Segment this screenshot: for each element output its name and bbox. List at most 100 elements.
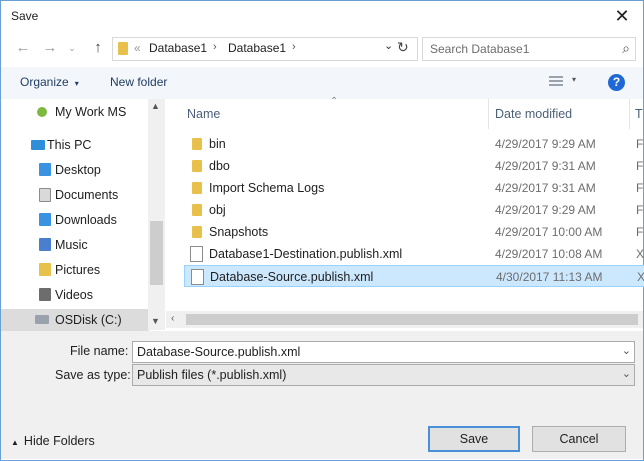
file-type: F xyxy=(636,159,644,173)
column-header-name[interactable]: Name xyxy=(187,107,220,121)
nav-item-label: OSDisk (C:) xyxy=(55,313,122,327)
nav-item-label: Pictures xyxy=(55,263,101,277)
onedrive-icon xyxy=(37,107,47,117)
file-row[interactable]: obj 4/29/2017 9:29 AM F xyxy=(184,199,643,221)
nav-item-music[interactable]: Music xyxy=(1,234,149,256)
music-folder-icon xyxy=(39,238,51,251)
file-date: 4/29/2017 9:29 AM xyxy=(495,203,596,217)
column-header-row: ⌃ Name Date modified T xyxy=(166,96,643,129)
nav-item-pictures[interactable]: Pictures xyxy=(1,259,149,281)
document-icon xyxy=(190,246,203,262)
pictures-folder-icon xyxy=(39,263,51,276)
file-name: Database1-Destination.publish.xml xyxy=(209,247,403,261)
save-as-type-value: Publish files (*.publish.xml) xyxy=(137,368,287,382)
nav-item-desktop[interactable]: Desktop xyxy=(1,159,149,181)
nav-item-videos[interactable]: Videos xyxy=(1,284,149,306)
file-row[interactable]: Database1-Destination.publish.xml 4/29/2… xyxy=(184,243,644,265)
file-name-value: Database-Source.publish.xml xyxy=(137,345,301,359)
file-date: 4/29/2017 10:00 AM xyxy=(495,225,603,239)
nav-scrollbar-thumb[interactable] xyxy=(150,221,163,285)
recent-locations-chevron-icon[interactable]: ⌄ xyxy=(63,39,81,57)
scroll-up-arrow-icon[interactable]: ▲ xyxy=(151,101,160,111)
caret-up-icon: ▲ xyxy=(11,438,19,447)
save-button[interactable]: Save xyxy=(428,426,520,452)
refresh-icon[interactable]: ↻ xyxy=(397,40,411,54)
view-dropdown-caret-icon[interactable]: ▾ xyxy=(572,75,576,84)
file-row[interactable]: bin 4/29/2017 9:29 AM F xyxy=(184,133,643,155)
videos-folder-icon xyxy=(39,288,51,301)
file-name-field[interactable]: Database-Source.publish.xml ⌄ xyxy=(132,341,635,363)
breadcrumb-overflow[interactable]: « xyxy=(134,41,141,55)
desktop-folder-icon xyxy=(39,163,51,176)
up-arrow-icon[interactable]: ↑ xyxy=(89,39,107,57)
folder-icon xyxy=(192,138,202,150)
nav-item-my-work-ms[interactable]: My Work MS xyxy=(1,101,149,123)
cancel-button[interactable]: Cancel xyxy=(532,426,626,452)
chevron-right-icon[interactable]: › xyxy=(292,41,296,53)
folder-icon xyxy=(192,160,202,172)
file-row-selected[interactable]: Database-Source.publish.xml 4/30/2017 11… xyxy=(184,265,644,287)
nav-item-label: Desktop xyxy=(55,163,101,177)
folder-icon xyxy=(192,226,202,238)
nav-item-osdisk[interactable]: OSDisk (C:) xyxy=(1,309,149,331)
nav-item-documents[interactable]: Documents xyxy=(1,184,149,206)
scroll-down-arrow-icon[interactable]: ▼ xyxy=(151,316,160,326)
nav-item-label: Documents xyxy=(55,188,119,202)
hide-folders-button[interactable]: ▲ Hide Folders xyxy=(11,434,95,448)
search-input[interactable]: Search Database1 ⌕ xyxy=(422,37,636,61)
column-divider[interactable] xyxy=(629,99,630,129)
file-date: 4/29/2017 10:08 AM xyxy=(495,247,603,261)
window-title: Save xyxy=(11,9,39,23)
file-row[interactable]: dbo 4/29/2017 9:31 AM F xyxy=(184,155,643,177)
nav-item-downloads[interactable]: Downloads xyxy=(1,209,149,231)
column-header-date-modified[interactable]: Date modified xyxy=(495,107,572,121)
close-icon[interactable]: ✕ xyxy=(611,5,633,27)
navigation-pane: My Work MS This PC Desktop Documents Dow… xyxy=(1,99,166,331)
new-folder-button[interactable]: New folder xyxy=(110,75,167,89)
file-list: ⌃ Name Date modified T bin 4/29/2017 9:2… xyxy=(166,96,644,330)
file-row[interactable]: Snapshots 4/29/2017 10:00 AM F xyxy=(184,221,643,243)
file-list-horizontal-scrollbar[interactable]: ‹ xyxy=(166,311,643,328)
nav-item-label: Downloads xyxy=(55,213,117,227)
hide-folders-label: Hide Folders xyxy=(23,434,95,448)
nav-scrollbar[interactable]: ▲ ▼ xyxy=(148,99,165,330)
folder-icon xyxy=(192,182,202,194)
save-as-type-select[interactable]: Publish files (*.publish.xml) ⌄ xyxy=(132,364,635,386)
file-name: dbo xyxy=(209,159,230,173)
chevron-down-icon[interactable]: ⌄ xyxy=(622,344,631,357)
chevron-right-icon[interactable]: › xyxy=(213,41,217,53)
document-icon xyxy=(191,269,204,285)
column-header-type[interactable]: T xyxy=(635,107,643,121)
breadcrumb-item[interactable]: Database1 xyxy=(228,41,286,55)
file-type: F xyxy=(636,137,644,151)
file-name-label: File name: xyxy=(70,344,129,358)
sort-ascending-icon: ⌃ xyxy=(330,96,339,107)
address-bar[interactable]: « Database1 › Database1 › ⌄ xyxy=(112,37,418,61)
nav-item-this-pc[interactable]: This PC xyxy=(1,134,149,156)
view-options-icon[interactable] xyxy=(549,76,563,88)
documents-folder-icon xyxy=(39,188,51,202)
breadcrumb-item[interactable]: Database1 xyxy=(149,41,207,55)
help-icon[interactable]: ? xyxy=(608,74,625,91)
file-row[interactable]: Import Schema Logs 4/29/2017 9:31 AM F xyxy=(184,177,643,199)
chevron-down-icon[interactable]: ⌄ xyxy=(622,367,631,380)
file-date: 4/30/2017 11:13 AM xyxy=(496,270,603,284)
command-bar: Organize ▾ New folder ▾ ? xyxy=(1,67,643,100)
save-dialog: Save ✕ ← → ⌄ ↑ « Database1 › Database1 ›… xyxy=(0,0,644,461)
scroll-left-arrow-icon[interactable]: ‹ xyxy=(171,313,174,324)
folder-icon xyxy=(118,42,128,55)
file-type: F xyxy=(636,225,644,239)
save-form: File name: Database-Source.publish.xml ⌄… xyxy=(1,331,643,459)
computer-icon xyxy=(31,140,45,150)
address-dropdown-icon[interactable]: ⌄ xyxy=(384,39,393,52)
column-divider[interactable] xyxy=(488,99,489,129)
horizontal-scrollbar-thumb[interactable] xyxy=(186,314,638,325)
nav-item-label: This PC xyxy=(47,138,92,152)
organize-button[interactable]: Organize ▾ xyxy=(20,75,79,89)
search-icon[interactable]: ⌕ xyxy=(622,40,630,57)
address-row: ← → ⌄ ↑ « Database1 › Database1 › ⌄ ↻ Se… xyxy=(1,35,643,63)
downloads-folder-icon xyxy=(39,213,51,226)
forward-arrow-icon[interactable]: → xyxy=(41,39,59,57)
back-arrow-icon[interactable]: ← xyxy=(14,39,32,57)
file-name: Database-Source.publish.xml xyxy=(210,270,374,284)
